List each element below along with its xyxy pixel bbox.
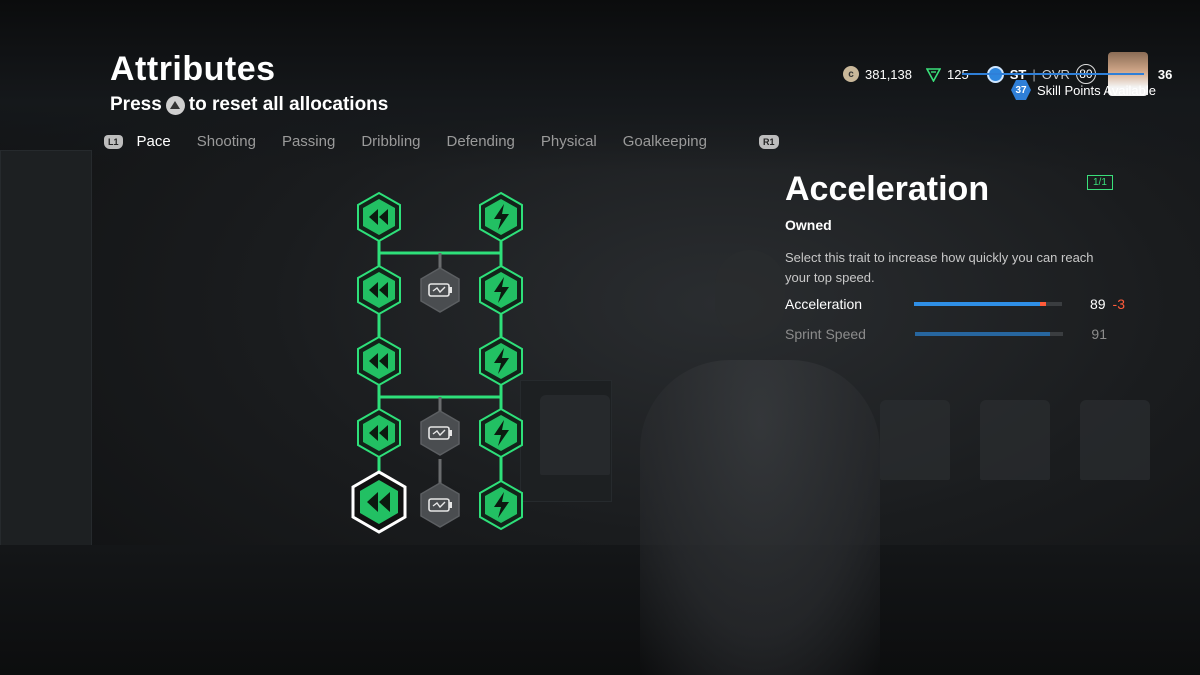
background-shirt xyxy=(880,400,950,480)
stat-bar xyxy=(914,302,1062,306)
node-sprint-3[interactable] xyxy=(479,335,523,387)
tab-dribbling[interactable]: Dribbling xyxy=(361,133,420,150)
level-progress-line xyxy=(962,73,1144,75)
tab-physical[interactable]: Physical xyxy=(541,133,597,150)
r1-bumper-icon[interactable]: R1 xyxy=(759,134,779,149)
coin-icon: c xyxy=(843,66,859,82)
pace-skill-tree xyxy=(351,191,523,534)
tab-passing[interactable]: Passing xyxy=(282,133,335,150)
skill-points-label: Skill Points Available xyxy=(1037,82,1156,98)
coin-balance: 381,138 xyxy=(865,66,912,82)
background-shirt xyxy=(540,395,610,475)
tab-shooting[interactable]: Shooting xyxy=(197,133,256,150)
tab-defending[interactable]: Defending xyxy=(447,133,515,150)
background-shirt xyxy=(1080,400,1150,480)
stat-row-acceleration: Acceleration 89 -3 xyxy=(785,296,1125,312)
node-acc-3[interactable] xyxy=(357,335,401,387)
player-level: 36 xyxy=(1157,66,1173,82)
background-shirt xyxy=(980,400,1050,480)
trait-status: Owned xyxy=(785,217,832,233)
points-shield-icon xyxy=(926,67,941,82)
skill-points-badge: 37 xyxy=(1011,80,1031,100)
trait-detail-panel: Acceleration 1/1 Owned Select this trait… xyxy=(785,170,1125,342)
player-head-silhouette xyxy=(715,250,785,340)
background-wall xyxy=(0,150,92,572)
reset-hint: Press to reset all allocations xyxy=(110,94,388,116)
stat-delta: -3 xyxy=(1112,296,1125,312)
background-bench xyxy=(0,545,1200,675)
node-sprint-5[interactable] xyxy=(479,479,523,531)
stat-name: Acceleration xyxy=(785,296,863,312)
stat-value: 91 xyxy=(1091,326,1107,342)
trait-title: Acceleration xyxy=(785,170,990,208)
stat-bar-delta xyxy=(1040,302,1047,306)
player-silhouette xyxy=(640,360,880,675)
tab-pace[interactable]: Pace xyxy=(137,133,171,150)
stat-row-sprint-speed: Sprint Speed 91 xyxy=(785,326,1125,342)
l1-bumper-icon[interactable]: L1 xyxy=(104,134,123,149)
stat-bar-fill xyxy=(914,302,1046,306)
node-acc-1[interactable] xyxy=(357,191,401,243)
node-acc-2[interactable] xyxy=(357,264,401,316)
node-acc-4[interactable] xyxy=(357,407,401,459)
node-sprint-1[interactable] xyxy=(479,191,523,243)
triangle-button-icon xyxy=(165,95,185,115)
skill-points-available: 37 Skill Points Available xyxy=(1011,80,1156,100)
stat-bar xyxy=(915,332,1063,336)
trait-description: Select this trait to increase how quickl… xyxy=(785,250,1094,285)
node-sprint-4[interactable] xyxy=(479,407,523,459)
tab-goalkeeping[interactable]: Goalkeeping xyxy=(623,133,707,150)
node-boost-3[interactable] xyxy=(420,482,460,528)
node-boost-1[interactable] xyxy=(420,267,460,313)
stat-bar-fill xyxy=(915,332,1050,336)
page-title: Attributes xyxy=(110,50,276,88)
node-acc-5-selected[interactable] xyxy=(351,470,407,534)
stat-value: 89 xyxy=(1089,296,1106,312)
stat-name: Sprint Speed xyxy=(785,326,866,342)
node-boost-2[interactable] xyxy=(420,410,460,456)
reset-hint-text: to reset all allocations xyxy=(188,94,389,115)
reset-hint-press: Press xyxy=(110,94,162,115)
node-sprint-2[interactable] xyxy=(479,264,523,316)
trait-count-badge: 1/1 xyxy=(1087,175,1113,190)
attribute-tabs: L1 Pace Shooting Passing Dribbling Defen… xyxy=(104,133,779,150)
